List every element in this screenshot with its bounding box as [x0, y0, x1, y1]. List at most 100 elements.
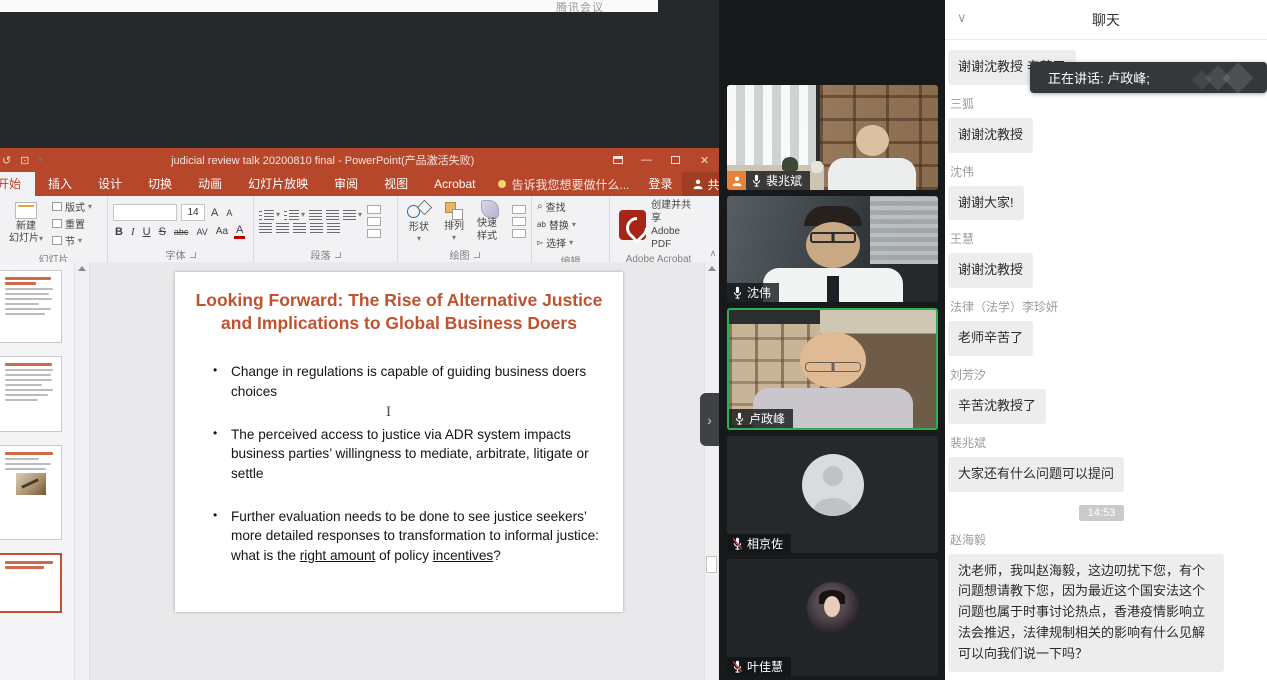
close-button[interactable]: ✕ — [690, 148, 719, 172]
character-spacing-button[interactable]: AV — [194, 227, 209, 237]
tab-animations[interactable]: 动画 — [185, 172, 235, 196]
columns-icon[interactable] — [327, 223, 340, 233]
tab-home[interactable]: 开始 — [0, 172, 35, 196]
scroll-up-icon[interactable] — [708, 266, 716, 271]
chat-bubble: 老师辛苦了 — [948, 321, 1033, 356]
slide-thumbnail-3[interactable] — [0, 445, 62, 540]
tab-review[interactable]: 审阅 — [321, 172, 371, 196]
replace-icon: ab — [537, 220, 546, 229]
video-tile-peizhaobin[interactable]: 裴兆斌 — [727, 85, 938, 190]
chat-sender: 王慧 — [950, 230, 1255, 247]
text-direction-button[interactable] — [367, 205, 381, 214]
tab-design[interactable]: 设计 — [85, 172, 135, 196]
tab-insert[interactable]: 插入 — [35, 172, 85, 196]
quick-styles-button[interactable]: 快速样式 — [473, 199, 507, 244]
video-tile-xiangjingzuo[interactable]: 相京佐 — [727, 436, 938, 553]
quick-access-toolbar[interactable]: ↺ ⊡ ▾ — [2, 154, 42, 167]
slide-title: Looking Forward: The Rise of Alternative… — [189, 289, 609, 335]
shape-effects-button[interactable] — [512, 229, 526, 238]
minimize-button[interactable]: — — [632, 148, 661, 172]
section-button[interactable]: 节▾ — [52, 233, 92, 248]
align-center-icon[interactable] — [276, 223, 289, 233]
align-left-icon[interactable] — [259, 223, 272, 233]
dialog-launcher-icon[interactable] — [335, 252, 341, 258]
select-arrow-icon: ▻ — [537, 238, 543, 247]
quick-styles-icon — [481, 200, 499, 218]
clear-formatting-button[interactable]: abc — [172, 227, 191, 237]
chat-message-list[interactable]: 谢谢沈教授 辛苦了 三狐 谢谢沈教授 沈伟 谢谢大家! 王慧 谢谢沈教授 法律（… — [945, 40, 1267, 680]
text-cursor-ibeam: I — [384, 405, 393, 420]
qat-caret-icon[interactable]: ▾ — [38, 156, 42, 164]
justify-icon[interactable] — [310, 223, 323, 233]
change-case-button[interactable]: Aa — [214, 226, 230, 237]
find-button[interactable]: ⌕查找 — [537, 199, 576, 214]
reset-button[interactable]: 重置 — [52, 216, 92, 231]
slideshow-icon[interactable]: ⊡ — [20, 154, 29, 167]
slide-thumbnail-4-selected[interactable] — [0, 553, 62, 613]
layout-icon — [52, 202, 62, 211]
chat-bubble: 谢谢大家! — [948, 186, 1024, 221]
decrease-indent-icon[interactable] — [309, 210, 322, 220]
mic-muted-icon — [732, 660, 743, 674]
new-slide-button[interactable]: 新建 幻灯片▾ — [5, 201, 47, 247]
ribbon-group-editing: ⌕查找 ab替换▾ ▻选择▾ 编辑 — [532, 196, 610, 262]
tell-me-box[interactable]: 告诉我您想要做什么... — [488, 172, 639, 196]
convert-smartart-button[interactable] — [367, 229, 381, 238]
video-panel-collapse-handle[interactable]: › — [700, 393, 719, 446]
tab-acrobat[interactable]: Acrobat — [421, 172, 488, 196]
canvas-scroll-thumb[interactable] — [706, 556, 717, 573]
shapes-button[interactable]: 形状▾ — [403, 199, 435, 244]
grow-font-button[interactable]: A — [209, 207, 220, 219]
increase-indent-icon[interactable] — [326, 210, 339, 220]
shrink-font-button[interactable]: A — [224, 208, 234, 218]
slide-thumbnail-1[interactable] — [0, 270, 62, 343]
chat-sender: 赵海毅 — [950, 531, 1255, 548]
undo-icon[interactable]: ↺ — [2, 154, 11, 167]
scroll-up-icon[interactable] — [78, 266, 86, 271]
slide-bullet-3: Further evaluation needs to be done to s… — [211, 507, 615, 566]
bold-button[interactable]: B — [113, 226, 125, 238]
dialog-launcher-icon[interactable] — [474, 252, 480, 258]
ribbon-display-options-button[interactable] — [603, 148, 632, 172]
arrange-button[interactable]: 排列▾ — [440, 200, 468, 243]
align-right-icon[interactable] — [293, 223, 306, 233]
chevron-right-icon: › — [707, 412, 712, 428]
tab-slideshow[interactable]: 幻灯片放映 — [235, 172, 321, 196]
font-name-box[interactable] — [113, 204, 177, 221]
font-size-box[interactable]: 14 — [181, 204, 205, 221]
video-tile-yejiahui[interactable]: 叶佳慧 — [727, 559, 938, 676]
dialog-launcher-icon[interactable] — [190, 252, 196, 258]
video-tile-luzhengfeng-speaking[interactable]: 卢政峰 — [727, 308, 938, 430]
strikethrough-button[interactable]: S — [157, 226, 168, 238]
underline-button[interactable]: U — [141, 226, 153, 238]
slide-thumbnail-2[interactable] — [0, 356, 62, 432]
speaking-now-label: 正在讲话: 卢政峰; — [1048, 68, 1150, 87]
canvas-scrollbar[interactable] — [704, 262, 718, 680]
powerpoint-window: ↺ ⊡ ▾ judicial review talk 20200810 fina… — [0, 148, 719, 680]
slide-canvas[interactable]: Looking Forward: The Rise of Alternative… — [91, 262, 719, 680]
bullets-button[interactable]: ▾ — [259, 210, 280, 220]
new-slide-label-1: 新建 — [16, 221, 36, 234]
align-text-button[interactable] — [367, 217, 381, 226]
chat-sender: 法律（法学）李珍妍 — [950, 298, 1255, 315]
create-share-pdf-button[interactable]: 创建并共享Adobe PDF — [615, 199, 702, 251]
acrobat-icon — [619, 210, 646, 240]
video-tile-shenwei[interactable]: 沈伟 — [727, 196, 938, 302]
italic-button[interactable]: I — [129, 226, 137, 238]
share-button[interactable]: 共享 — [682, 172, 719, 196]
layout-button[interactable]: 版式▾ — [52, 199, 92, 214]
thumbnail-scrollbar[interactable] — [74, 262, 88, 680]
tab-transitions[interactable]: 切换 — [135, 172, 185, 196]
font-color-button[interactable]: A — [234, 224, 245, 239]
line-spacing-button[interactable]: ▾ — [343, 210, 362, 220]
numbering-button[interactable]: ▾ — [284, 210, 305, 220]
slide-editing-surface[interactable]: Looking Forward: The Rise of Alternative… — [175, 272, 623, 612]
maximize-button[interactable] — [661, 148, 690, 172]
sign-in-button[interactable]: 登录 — [640, 172, 682, 196]
shape-fill-button[interactable] — [512, 205, 526, 214]
replace-button[interactable]: ab替换▾ — [537, 217, 576, 232]
tab-view[interactable]: 视图 — [371, 172, 421, 196]
shape-outline-button[interactable] — [512, 217, 526, 226]
select-button[interactable]: ▻选择▾ — [537, 235, 576, 250]
collapse-ribbon-button[interactable]: ∧ — [707, 196, 719, 262]
